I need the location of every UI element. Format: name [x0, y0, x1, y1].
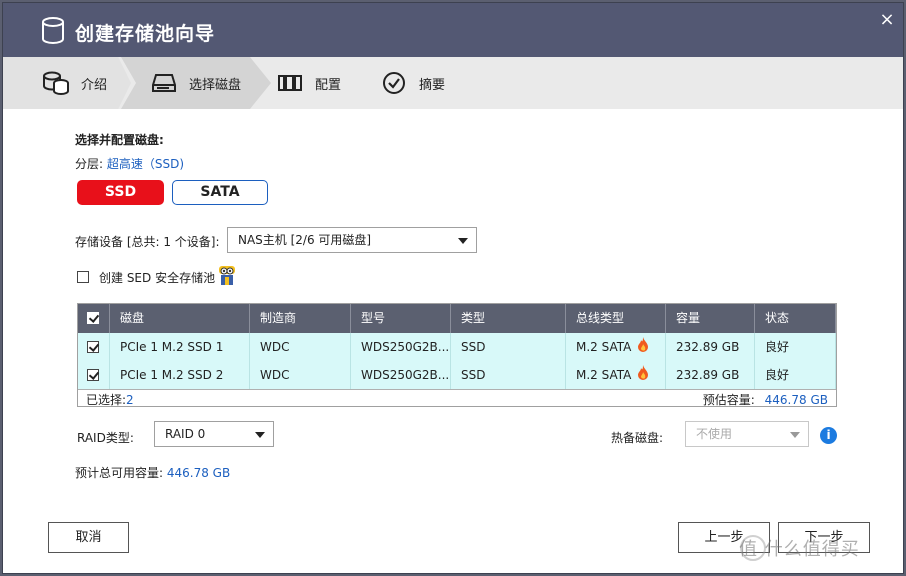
chevron-down-icon	[255, 432, 265, 438]
disk-type: SSD	[451, 361, 566, 389]
flame-icon	[638, 337, 649, 352]
hot-spare-select[interactable]: 不使用	[685, 421, 809, 447]
disk-table: 磁盘 制造商 型号 类型 总线类型 容量 状态 PCIe 1 M.2 SSD 1…	[77, 303, 837, 407]
step-select-disk: 选择磁盘	[149, 57, 241, 109]
col-type[interactable]: 类型	[451, 304, 566, 333]
window-title: 创建存储池向导	[75, 23, 216, 45]
storage-device-label: 存储设备 [总共: 1 个设备]:	[75, 235, 220, 249]
row-checkbox[interactable]	[87, 369, 99, 381]
estimated-capacity-label: 预估容量:	[702, 393, 755, 407]
step-intro-label: 介绍	[81, 77, 108, 93]
raid-type-label: RAID类型:	[77, 431, 134, 445]
disk-bus-cell: M.2 SATA	[566, 361, 666, 389]
chevron-down-icon	[790, 432, 800, 438]
hot-spare-value: 不使用	[696, 427, 733, 441]
select-all-cell	[78, 304, 110, 333]
table-row[interactable]: PCIe 1 M.2 SSD 2 WDC WDS250G2B... SSD M.…	[78, 361, 836, 389]
col-capacity[interactable]: 容量	[666, 304, 755, 333]
selected-label: 已选择:	[86, 393, 127, 407]
create-storage-pool-wizard: 创建存储池向导 × 介绍 选择磁盘 配置 摘要 选择并配置磁盘: 分层: 超高速…	[2, 2, 904, 574]
step-config: 配置	[275, 57, 341, 109]
step-select-disk-label: 选择磁盘	[189, 77, 242, 93]
sed-checkbox[interactable]	[77, 271, 89, 283]
disk-bus: M.2 SATA	[576, 368, 632, 382]
tier-label: 分层:	[75, 157, 104, 171]
col-status[interactable]: 状态	[755, 304, 836, 333]
database-stack-icon	[41, 70, 71, 96]
total-capacity-row: 预计总可用容量: 446.78 GB	[75, 464, 230, 481]
selected-count-row: 已选择:2	[86, 391, 134, 408]
disk-name: PCIe 1 M.2 SSD 2	[110, 361, 250, 389]
close-icon[interactable]: ×	[877, 10, 897, 30]
disk-vendor: WDC	[250, 361, 351, 389]
table-row[interactable]: PCIe 1 M.2 SSD 1 WDC WDS250G2B... SSD M.…	[78, 333, 836, 361]
estimated-capacity-value: 446.78 GB	[764, 393, 828, 407]
disk-capacity: 232.89 GB	[666, 361, 755, 389]
disk-model: WDS250G2B...	[351, 361, 451, 389]
check-circle-icon	[379, 70, 409, 96]
disk-status: 良好	[755, 361, 836, 389]
storage-pool-icon	[42, 17, 64, 44]
flame-icon	[638, 365, 649, 380]
disk-status: 良好	[755, 333, 836, 361]
table-header: 磁盘 制造商 型号 类型 总线类型 容量 状态	[78, 304, 836, 333]
select-all-checkbox[interactable]	[87, 312, 99, 324]
cancel-button[interactable]: 取消	[48, 522, 129, 553]
total-capacity-value: 446.78 GB	[166, 466, 231, 480]
row-check-cell	[78, 333, 110, 361]
info-icon[interactable]: i	[820, 427, 837, 444]
storage-device-select[interactable]: NAS主机 [2/6 可用磁盘]	[227, 227, 477, 253]
estimated-capacity-row: 预估容量: 446.78 GB	[703, 391, 828, 408]
sed-mascot-icon	[219, 266, 235, 285]
col-disk[interactable]: 磁盘	[110, 304, 250, 333]
disk-drive-icon	[149, 70, 179, 96]
raid-type-value: RAID 0	[165, 427, 206, 441]
disk-bus-cell: M.2 SATA	[566, 333, 666, 361]
col-vendor[interactable]: 制造商	[250, 304, 351, 333]
step-intro: 介绍	[41, 57, 107, 109]
total-capacity-label: 预计总可用容量:	[75, 466, 164, 480]
ssd-tier-button[interactable]: SSD	[77, 180, 164, 205]
disk-model: WDS250G2B...	[351, 333, 451, 361]
tier-value: 超高速（SSD)	[106, 157, 185, 171]
sed-label: 创建 SED 安全存储池	[99, 271, 216, 285]
selected-count: 2	[126, 393, 134, 407]
title-bar: 创建存储池向导 ×	[3, 3, 903, 57]
disk-bus: M.2 SATA	[576, 340, 632, 354]
step-summary-label: 摘要	[419, 77, 446, 93]
table-footer: 已选择:2 预估容量: 446.78 GB	[78, 389, 836, 407]
disk-type: SSD	[451, 333, 566, 361]
col-model[interactable]: 型号	[351, 304, 451, 333]
step-summary: 摘要	[379, 57, 445, 109]
sata-tier-button[interactable]: SATA	[172, 180, 268, 205]
row-check-cell	[78, 361, 110, 389]
disk-name: PCIe 1 M.2 SSD 1	[110, 333, 250, 361]
raid-config-icon	[275, 70, 305, 96]
disk-vendor: WDC	[250, 333, 351, 361]
wizard-steps: 介绍 选择磁盘 配置 摘要	[3, 57, 903, 109]
hot-spare-label: 热备磁盘:	[611, 431, 664, 445]
tier-row: 分层: 超高速（SSD)	[75, 155, 184, 172]
chevron-down-icon	[458, 238, 468, 244]
section-title: 选择并配置磁盘:	[75, 133, 164, 147]
storage-device-value: NAS主机 [2/6 可用磁盘]	[238, 233, 372, 247]
watermark-text: 值 什么值得买	[739, 539, 860, 560]
disk-capacity: 232.89 GB	[666, 333, 755, 361]
raid-type-select[interactable]: RAID 0	[154, 421, 274, 447]
row-checkbox[interactable]	[87, 341, 99, 353]
col-bus[interactable]: 总线类型	[566, 304, 666, 333]
step-config-label: 配置	[315, 77, 342, 93]
